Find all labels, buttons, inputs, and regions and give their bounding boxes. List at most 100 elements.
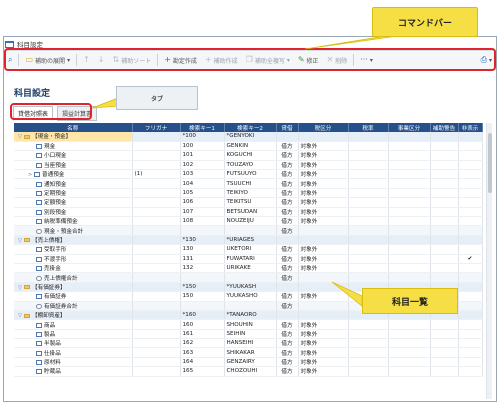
account-name: 仕掛品	[44, 350, 61, 357]
edit-button[interactable]: ✎ 修正	[294, 52, 323, 68]
account-name-cell: 貯蔵品	[14, 366, 133, 377]
print-button[interactable]: ⎙ ▾	[477, 52, 496, 68]
vertical-scrollbar[interactable]	[486, 123, 492, 399]
cell-warn	[430, 132, 459, 142]
cell-biz	[388, 366, 431, 377]
cell-tax	[298, 225, 349, 236]
cell-key1: *130	[180, 235, 225, 246]
table-row[interactable]: 現金・預金合計 借方	[14, 225, 483, 236]
table-row[interactable]: 小口現金 101 KOGUCHI 借方 対象外	[14, 150, 483, 161]
table-row[interactable]: 受取手形 130 UKETORI 借方 対象外	[14, 244, 483, 255]
cell-furigana	[132, 357, 181, 368]
cell-hide	[458, 263, 483, 274]
column-header[interactable]: 検索キー2	[224, 123, 277, 132]
table-row[interactable]: 通知預金 104 TSUUCHI 借方 対象外	[14, 178, 483, 189]
cell-dc: 借方	[276, 188, 299, 199]
delete-button[interactable]: ✕ 削除	[323, 52, 352, 68]
cell-dc: 借方	[276, 169, 299, 180]
cell-warn	[430, 141, 459, 152]
cell-biz	[388, 216, 431, 227]
account-name: 納税準備預金	[44, 219, 78, 226]
cell-tax: 対象外	[298, 244, 349, 255]
column-header[interactable]: 税率	[348, 123, 389, 132]
page-title: 科目設定	[14, 89, 51, 99]
cell-tax: 対象外	[298, 263, 349, 274]
cell-key1: 150	[180, 291, 225, 302]
column-header[interactable]: フリガナ	[132, 123, 181, 132]
table-row[interactable]: 不渡手形 131 FUWATARI 借方 対象外 ✔	[14, 254, 483, 264]
move-up-button[interactable]: ↑	[79, 52, 94, 68]
table-row[interactable]: 売上債権合計 借方	[14, 272, 483, 283]
cell-tax: 対象外	[298, 197, 349, 208]
move-down-button[interactable]: ↓	[94, 52, 109, 68]
table-row[interactable]: 貯蔵品 165 CHOZOUHI 借方 対象外	[14, 366, 483, 377]
cell-key1: 164	[180, 357, 225, 368]
sub-create-button[interactable]: + 補助作成	[201, 52, 242, 68]
account-name-cell: 定額預金	[14, 197, 133, 208]
cell-warn	[430, 244, 459, 255]
account-icon	[36, 369, 42, 375]
table-row[interactable]: 半製品 162 HANSEIHI 借方 対象外	[14, 338, 483, 349]
table-row[interactable]: > 普通預金 (1) 103 FUTSUUYO 借方 対象外	[14, 169, 483, 180]
cell-furigana	[132, 366, 181, 377]
account-name: 小口現金	[44, 153, 67, 160]
cell-warn	[430, 197, 459, 208]
scrollbar-thumb[interactable]	[488, 133, 492, 193]
column-header[interactable]: 非表示	[458, 123, 483, 132]
cell-biz	[388, 207, 431, 218]
table-row[interactable]: 原材料 164 GENZAIRY 借方 対象外	[14, 357, 483, 368]
table-row[interactable]: ▽ 【売上債権】 *130 *URIAGES	[14, 235, 483, 246]
sub-sort-button[interactable]: ⇅ 補助ソート	[108, 52, 155, 68]
cell-key1	[180, 272, 225, 283]
expand-icon: ▭	[25, 55, 34, 64]
table-row[interactable]: 定期預金 105 TEIKIYO 借方 対象外	[14, 188, 483, 199]
cell-furigana	[132, 301, 181, 311]
column-header[interactable]: 名称	[14, 123, 133, 132]
cell-dc: 借方	[276, 338, 299, 349]
table-row[interactable]: 現金 100 GENKIN 借方 対象外	[14, 141, 483, 152]
chevron-down-icon: ▾	[286, 56, 290, 64]
cell-hide	[458, 225, 483, 236]
column-header[interactable]: 税区分	[298, 123, 349, 132]
account-name-cell: 不渡手形	[14, 254, 133, 264]
tab-income-statement[interactable]: 損益計算書	[57, 106, 98, 121]
cell-furigana	[132, 263, 181, 274]
cell-rate	[348, 263, 389, 274]
account-name-cell: 通知預金	[14, 178, 133, 189]
sub-bulk-icon: ❐	[245, 55, 253, 64]
more-button[interactable]: ··· ▾	[356, 52, 377, 68]
cell-tax: 対象外	[298, 291, 349, 302]
column-header[interactable]: 検索キー1	[180, 123, 225, 132]
move-up-icon: ↑	[83, 55, 90, 64]
table-row[interactable]: 製品 161 SEIHIN 借方 対象外	[14, 329, 483, 340]
cell-rate	[348, 216, 389, 227]
expand-button[interactable]: ▭ 補助の展開 ▾	[21, 52, 74, 68]
account-name-cell: ▽ 【有価証券】	[14, 282, 133, 293]
column-header[interactable]: 補助警告	[430, 123, 459, 132]
folder-icon	[24, 313, 30, 318]
account-name: 原材料	[44, 360, 61, 367]
account-name-cell: 受取手形	[14, 244, 133, 255]
cell-furigana	[132, 235, 181, 246]
table-row[interactable]: 売掛金 132 URIKAKE 借方 対象外	[14, 263, 483, 274]
sub-bulk-button[interactable]: ❐ 補助全複写 ▾	[242, 52, 294, 68]
cell-furigana	[132, 141, 181, 152]
table-row[interactable]: ▽ 【現金・預金】 *100 *GENYOKI	[14, 132, 483, 142]
table-row[interactable]: 別段預金 107 BETSUDAN 借方 対象外	[14, 207, 483, 218]
table-row[interactable]: 仕掛品 163 SHIKAKAR 借方 対象外	[14, 347, 483, 358]
cell-dc: 借方	[276, 216, 299, 227]
account-name-cell: 当座預金	[14, 160, 133, 171]
table-row[interactable]: 納税準備預金 108 NOUZEIJU 借方 対象外	[14, 216, 483, 227]
tab-balance-sheet[interactable]: 貸借対照表	[13, 106, 54, 121]
new-item-button[interactable]: + 勘定作成	[160, 52, 201, 68]
column-header[interactable]: 事業区分	[388, 123, 431, 132]
table-row[interactable]: 当座預金 102 TOUZAYO 借方 対象外	[14, 160, 483, 171]
table-row[interactable]: 商品 160 SHOUHIN 借方 対象外	[14, 319, 483, 330]
column-header[interactable]: 貸借	[276, 123, 299, 132]
cell-key1: 130	[180, 244, 225, 255]
account-name-cell: 売掛金	[14, 263, 133, 274]
cell-warn	[430, 235, 459, 246]
cell-furigana	[132, 310, 181, 321]
table-row[interactable]: 定額預金 106 TEIKITSU 借方 対象外	[14, 197, 483, 208]
search-icon[interactable]: ⌕	[4, 52, 16, 68]
